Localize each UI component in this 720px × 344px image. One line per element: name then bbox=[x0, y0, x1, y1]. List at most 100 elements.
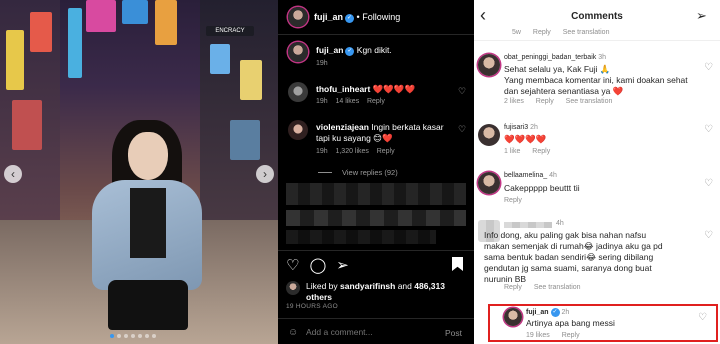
comment-likes[interactable]: 14 likes bbox=[335, 98, 359, 105]
comment-username[interactable]: violenziajean bbox=[316, 122, 369, 132]
reply-button[interactable]: Reply bbox=[377, 148, 395, 155]
comment-meta: 1 like Reply bbox=[504, 148, 560, 155]
caption-text: Kgn dikit. bbox=[356, 45, 392, 55]
comment-avatar[interactable] bbox=[478, 172, 500, 194]
comment-text: Sehat selalu ya, Kak Fuji 🙏 Yang membaca… bbox=[504, 64, 688, 97]
comment-line: dan sejahtera senantiasa ya ❤️ bbox=[504, 86, 624, 96]
highlight-box bbox=[488, 304, 718, 342]
neon-sign bbox=[68, 8, 82, 78]
divider bbox=[278, 34, 474, 35]
carousel-dot bbox=[110, 334, 114, 338]
carousel-dot bbox=[117, 334, 121, 338]
view-replies-button[interactable]: View replies (92) bbox=[342, 168, 398, 177]
like-icon[interactable]: ♡ bbox=[286, 256, 299, 274]
caption: fuji_an ✓ Kgn dikit. bbox=[316, 45, 392, 56]
comment-avatar[interactable] bbox=[288, 82, 308, 102]
heart-icon[interactable]: ♡ bbox=[704, 178, 713, 189]
comment-header: fujisari3 2h bbox=[504, 124, 538, 131]
see-translation-button[interactable]: See translation bbox=[534, 284, 581, 291]
divider bbox=[474, 40, 720, 41]
heart-icon[interactable]: ♡ bbox=[458, 86, 466, 97]
following-button[interactable]: Following bbox=[362, 12, 400, 22]
comment-avatar[interactable] bbox=[478, 124, 500, 146]
person-skirt bbox=[108, 280, 188, 330]
comment-line: makan semenjak di rumah😂 jadinya aku ga … bbox=[484, 241, 663, 251]
comment-meta: 2 likes Reply See translation bbox=[504, 98, 622, 105]
comment: thofu_inheart ❤️❤️❤️❤️ bbox=[316, 84, 415, 95]
comment-meta: Reply bbox=[504, 197, 532, 204]
comment-likes[interactable]: 1 like bbox=[504, 148, 520, 155]
comment-username[interactable]: fujisari3 bbox=[504, 124, 528, 131]
verified-icon: ✓ bbox=[345, 47, 355, 56]
comment-avatar[interactable] bbox=[478, 54, 500, 76]
comment-likes[interactable]: 1,320 likes bbox=[335, 148, 368, 155]
neon-sign bbox=[230, 120, 260, 160]
send-icon[interactable]: ➢ bbox=[696, 8, 707, 24]
liked-by-count[interactable]: 486,313 bbox=[414, 281, 445, 291]
comment-time: 2h bbox=[530, 124, 538, 131]
liked-by: Liked by sandyarifinsh and 486,313 other… bbox=[286, 281, 466, 303]
header-username[interactable]: fuji_an bbox=[314, 12, 343, 22]
reply-button[interactable]: Reply bbox=[533, 29, 551, 36]
comment-text: Info dong, aku paling gak bisa nahan naf… bbox=[484, 230, 663, 285]
blurred-content bbox=[286, 230, 436, 244]
reply-button[interactable]: Reply bbox=[504, 197, 522, 204]
comment-meta: 19h 1,320 likes Reply bbox=[316, 148, 395, 155]
reply-button[interactable]: Reply bbox=[532, 148, 550, 155]
neon-sign bbox=[6, 30, 24, 90]
caption-username[interactable]: fuji_an bbox=[316, 45, 343, 55]
liked-by-user[interactable]: sandyarifinsh bbox=[340, 281, 395, 291]
action-bar: ♡ ◯ ➢ bbox=[286, 256, 349, 274]
see-translation-button[interactable]: See translation bbox=[563, 29, 610, 36]
emoji-icon[interactable]: ☺ bbox=[288, 327, 298, 338]
comment-meta: 19h 14 likes Reply bbox=[316, 98, 385, 105]
comment-username[interactable]: bellaamelina_ bbox=[504, 172, 547, 179]
post-comments-panel: fuji_an ✓ • Following fuji_an ✓ Kgn dikit.… bbox=[278, 0, 474, 344]
comment-header: bellaamelina_ 4h bbox=[504, 172, 557, 179]
add-comment-bar: ☺ Post bbox=[278, 318, 474, 344]
comment-line: Info dong, aku paling gak bisa nahan naf… bbox=[484, 230, 647, 240]
verified-icon: ✓ bbox=[345, 14, 355, 23]
reply-button[interactable]: Reply bbox=[367, 98, 385, 105]
comment-line: Yang membaca komentar ini, kami doakan s… bbox=[504, 75, 688, 85]
see-translation-button[interactable]: See translation bbox=[566, 98, 613, 105]
comment-likes[interactable]: 2 likes bbox=[504, 98, 524, 105]
comments-header: ‹ Comments ➢ bbox=[474, 0, 720, 32]
person-top bbox=[130, 188, 166, 258]
heart-icon[interactable]: ♡ bbox=[458, 124, 466, 135]
replies-line bbox=[318, 172, 332, 173]
post-button[interactable]: Post bbox=[445, 328, 462, 338]
share-icon[interactable]: ➢ bbox=[336, 256, 349, 274]
reply-button[interactable]: Reply bbox=[504, 284, 522, 291]
next-photo-button[interactable]: › bbox=[256, 165, 274, 183]
comment-username[interactable]: thofu_inheart bbox=[316, 84, 370, 94]
heart-icon[interactable]: ♡ bbox=[704, 124, 713, 135]
post-time-ago: 19 HOURS AGO bbox=[286, 303, 339, 310]
neon-sign bbox=[240, 60, 262, 100]
prev-photo-button[interactable]: ‹ bbox=[4, 165, 22, 183]
comment-username[interactable]: obat_peninggi_badan_terbaik bbox=[504, 54, 596, 61]
heart-icon[interactable]: ♡ bbox=[704, 230, 713, 241]
post-photo[interactable]: ENCRACY ‹ › bbox=[0, 0, 278, 344]
add-comment-input[interactable] bbox=[306, 325, 436, 339]
comment-icon[interactable]: ◯ bbox=[309, 256, 326, 274]
caption-avatar[interactable] bbox=[288, 42, 308, 62]
liked-by-prefix: Liked by bbox=[306, 281, 338, 291]
comment-avatar[interactable] bbox=[288, 120, 308, 140]
post-header-user: fuji_an ✓ • Following bbox=[314, 12, 400, 23]
comments-screen: ‹ Comments ➢ 5w Reply See translation ob… bbox=[474, 0, 720, 344]
author-avatar[interactable] bbox=[288, 7, 308, 27]
neon-sign bbox=[155, 0, 177, 45]
reply-button[interactable]: Reply bbox=[536, 98, 554, 105]
comment-meta: 5w Reply See translation bbox=[512, 29, 619, 36]
blurred-content bbox=[286, 183, 466, 205]
comment-meta: Reply See translation bbox=[504, 284, 591, 291]
blurred-username bbox=[504, 222, 552, 228]
liked-by-suffix[interactable]: others bbox=[306, 292, 332, 302]
comment-time: 4h bbox=[556, 220, 564, 227]
heart-icon[interactable]: ♡ bbox=[704, 62, 713, 73]
comment-line: Sehat selalu ya, Kak Fuji 🙏 bbox=[504, 64, 611, 74]
comments-title: Comments bbox=[571, 11, 623, 22]
neon-sign bbox=[210, 44, 230, 74]
bookmark-icon[interactable] bbox=[452, 257, 463, 271]
